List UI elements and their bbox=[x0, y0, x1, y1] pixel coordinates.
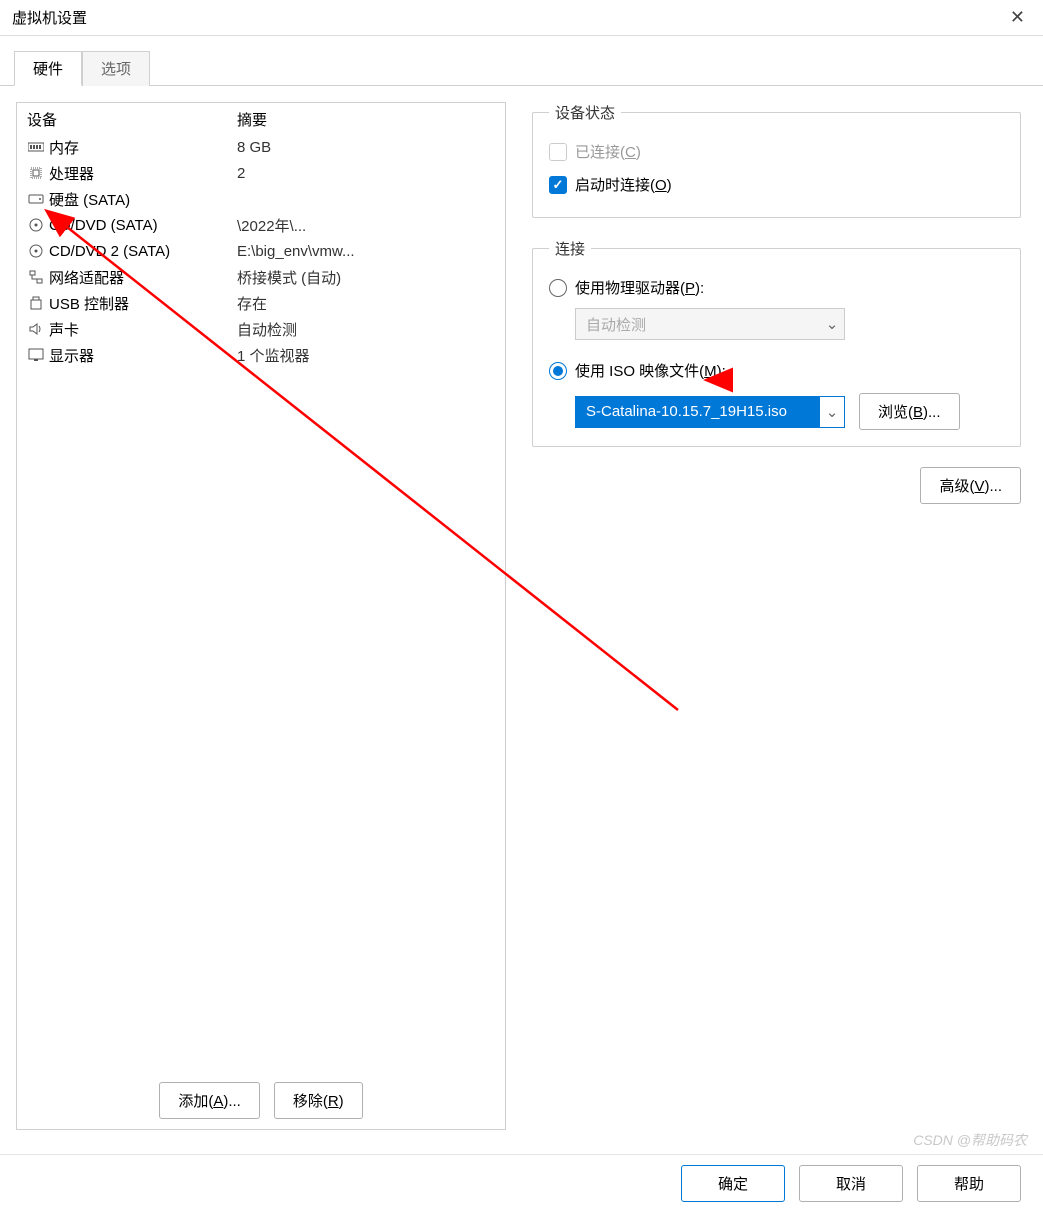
device-name: CD/DVD (SATA) bbox=[49, 217, 237, 234]
browse-button[interactable]: 浏览(B)... bbox=[859, 393, 960, 430]
col-summary-header: 摘要 bbox=[237, 109, 495, 130]
usb-icon bbox=[27, 294, 45, 312]
device-name: 声卡 bbox=[49, 319, 237, 340]
device-row-cpu[interactable]: 处理器 2 bbox=[17, 160, 505, 186]
help-button[interactable]: 帮助 bbox=[917, 1165, 1021, 1202]
connected-checkbox bbox=[549, 143, 567, 161]
device-name: 内存 bbox=[49, 137, 237, 158]
device-list: 内存 8 GB 处理器 2 硬盘 (SATA) bbox=[17, 134, 505, 1072]
use-iso-radio[interactable] bbox=[549, 362, 567, 380]
close-icon[interactable]: ✕ bbox=[1004, 7, 1031, 28]
device-row-memory[interactable]: 内存 8 GB bbox=[17, 134, 505, 160]
window-title: 虚拟机设置 bbox=[12, 7, 87, 28]
advanced-button[interactable]: 高级(V)... bbox=[920, 467, 1021, 504]
connect-at-poweron-checkbox[interactable] bbox=[549, 176, 567, 194]
iso-path-value: S-Catalina-10.15.7_19H15.iso bbox=[576, 397, 820, 427]
watermark: CSDN @帮助码农 bbox=[913, 1130, 1027, 1150]
use-physical-radio[interactable] bbox=[549, 279, 567, 297]
device-name: 处理器 bbox=[49, 163, 237, 184]
device-name: 硬盘 (SATA) bbox=[49, 189, 237, 210]
add-device-button[interactable]: 添加(A)... bbox=[159, 1082, 260, 1119]
sound-icon bbox=[27, 320, 45, 338]
tabstrip: 硬件 选项 bbox=[0, 36, 1043, 86]
dialog-footer: 确定 取消 帮助 bbox=[0, 1154, 1043, 1212]
chevron-down-icon[interactable]: ⌄ bbox=[820, 403, 844, 421]
content-area: 设备 摘要 内存 8 GB 处理器 2 硬 bbox=[0, 86, 1043, 1146]
device-header-row: 设备 摘要 bbox=[17, 103, 505, 134]
use-physical-label: 使用物理驱动器(P): bbox=[575, 277, 704, 298]
chevron-down-icon: ⌄ bbox=[820, 315, 844, 333]
cd-icon bbox=[27, 242, 45, 260]
physical-drive-dropdown: 自动检测 ⌄ bbox=[575, 308, 845, 340]
connected-row: 已连接(C) bbox=[549, 135, 1004, 168]
settings-panel: 设备状态 已连接(C) 启动时连接(O) 连接 使用物理驱动器(P): bbox=[526, 102, 1027, 1130]
device-summary: E:\big_env\vmw... bbox=[237, 243, 495, 260]
device-summary: 1 个监视器 bbox=[237, 345, 495, 366]
advanced-row: 高级(V)... bbox=[532, 467, 1021, 504]
device-summary: 存在 bbox=[237, 293, 495, 314]
iso-path-dropdown[interactable]: S-Catalina-10.15.7_19H15.iso ⌄ bbox=[575, 396, 845, 428]
device-name: 显示器 bbox=[49, 345, 237, 366]
physical-drive-value: 自动检测 bbox=[576, 314, 820, 335]
connection-group: 连接 使用物理驱动器(P): 自动检测 ⌄ 使用 ISO 映像文件(M): S- bbox=[532, 238, 1021, 447]
device-summary: \2022年\... bbox=[237, 215, 495, 236]
tab-hardware[interactable]: 硬件 bbox=[14, 51, 82, 86]
device-name: CD/DVD 2 (SATA) bbox=[49, 243, 237, 260]
device-buttons: 添加(A)... 移除(R) bbox=[17, 1072, 505, 1129]
disk-icon bbox=[27, 190, 45, 208]
use-iso-label: 使用 ISO 映像文件(M): bbox=[575, 360, 726, 381]
connect-at-poweron-row: 启动时连接(O) bbox=[549, 168, 1004, 201]
connected-label: 已连接(C) bbox=[575, 141, 641, 162]
device-status-legend: 设备状态 bbox=[549, 102, 621, 123]
display-icon bbox=[27, 346, 45, 364]
cd-icon bbox=[27, 216, 45, 234]
use-physical-row: 使用物理驱动器(P): bbox=[549, 271, 1004, 304]
iso-input-row: S-Catalina-10.15.7_19H15.iso ⌄ 浏览(B)... bbox=[575, 393, 1004, 430]
device-row-display[interactable]: 显示器 1 个监视器 bbox=[17, 342, 505, 368]
titlebar: 虚拟机设置 ✕ bbox=[0, 0, 1043, 36]
device-summary: 自动检测 bbox=[237, 319, 495, 340]
device-summary: 8 GB bbox=[237, 139, 495, 156]
cpu-icon bbox=[27, 164, 45, 182]
device-name: USB 控制器 bbox=[49, 293, 237, 314]
device-status-group: 设备状态 已连接(C) 启动时连接(O) bbox=[532, 102, 1021, 218]
device-row-usb[interactable]: USB 控制器 存在 bbox=[17, 290, 505, 316]
device-row-cddvd2[interactable]: CD/DVD 2 (SATA) E:\big_env\vmw... bbox=[17, 238, 505, 264]
device-summary: 2 bbox=[237, 165, 495, 182]
cancel-button[interactable]: 取消 bbox=[799, 1165, 903, 1202]
device-summary: 桥接模式 (自动) bbox=[237, 267, 495, 288]
device-panel: 设备 摘要 内存 8 GB 处理器 2 硬 bbox=[16, 102, 506, 1130]
device-row-cddvd[interactable]: CD/DVD (SATA) \2022年\... bbox=[17, 212, 505, 238]
tab-options[interactable]: 选项 bbox=[82, 51, 150, 86]
use-iso-row: 使用 ISO 映像文件(M): bbox=[549, 354, 1004, 387]
col-device-header: 设备 bbox=[27, 109, 237, 130]
remove-device-button[interactable]: 移除(R) bbox=[274, 1082, 363, 1119]
device-row-network[interactable]: 网络适配器 桥接模式 (自动) bbox=[17, 264, 505, 290]
device-row-disk[interactable]: 硬盘 (SATA) bbox=[17, 186, 505, 212]
ok-button[interactable]: 确定 bbox=[681, 1165, 785, 1202]
network-icon bbox=[27, 268, 45, 286]
device-name: 网络适配器 bbox=[49, 267, 237, 288]
connect-at-poweron-label: 启动时连接(O) bbox=[575, 174, 672, 195]
memory-icon bbox=[27, 138, 45, 156]
device-row-sound[interactable]: 声卡 自动检测 bbox=[17, 316, 505, 342]
connection-legend: 连接 bbox=[549, 238, 591, 259]
